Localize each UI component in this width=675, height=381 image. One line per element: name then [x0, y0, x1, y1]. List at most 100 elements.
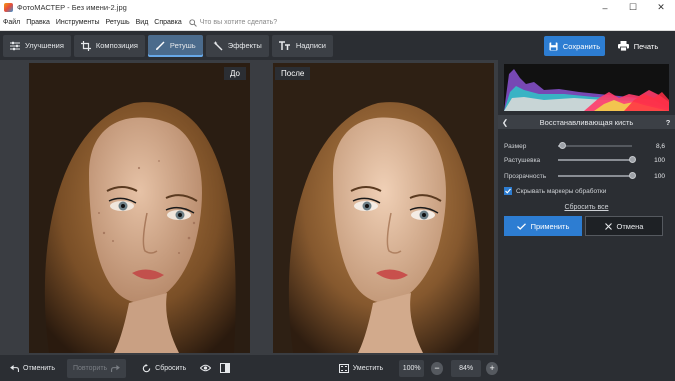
minus-icon: − [434, 362, 440, 373]
crop-icon [80, 40, 91, 51]
undo-button[interactable]: Отменить [4, 359, 61, 378]
tab-label: Надписи [295, 41, 326, 50]
tab-label: Улучшения [25, 41, 64, 50]
reset-button[interactable]: Сбросить [136, 359, 192, 378]
window-title: ФотоМАСТЕР - Без имени-2.jpg [17, 3, 127, 12]
back-icon[interactable]: ❮ [498, 118, 512, 127]
slider-handle[interactable] [629, 172, 636, 179]
printer-icon [617, 41, 629, 51]
save-label: Сохранить [562, 41, 601, 51]
menu-file[interactable]: Файл [0, 19, 23, 26]
brush-icon [155, 41, 165, 50]
undo-label: Отменить [23, 364, 55, 372]
histogram [504, 64, 669, 111]
tab-label: Ретушь [169, 41, 196, 50]
eye-icon [200, 364, 212, 372]
checkbox-label: Скрывать маркеры обработки [516, 187, 607, 195]
undo-icon [10, 364, 19, 372]
slider-value: 100 [654, 172, 665, 180]
before-label: До [224, 67, 246, 80]
maximize-icon[interactable]: ☐ [619, 0, 647, 15]
slider-fill [558, 175, 632, 177]
portrait-before-image [29, 63, 250, 353]
tab-label: Композиция [95, 41, 138, 50]
slider-label: Размер [504, 142, 527, 150]
apply-button[interactable]: Применить [504, 216, 582, 236]
bottom-bar: Отменить Повторить Сбросить Уместить 100… [0, 355, 499, 381]
minimize-icon[interactable]: – [591, 0, 619, 15]
close-icon [604, 222, 612, 230]
menu-view[interactable]: Вид [133, 19, 152, 26]
slider-value: 100 [654, 156, 665, 164]
zoom-level-field[interactable]: 84% [450, 359, 482, 377]
slider-opacity[interactable]: Прозрачность 100 [504, 170, 670, 182]
reset-label: Сбросить [155, 364, 187, 372]
redo-label: Повторить [73, 364, 108, 372]
after-photo: После [273, 63, 494, 353]
tab-enhancements[interactable]: Улучшения [3, 34, 71, 57]
fit-screen-icon [338, 363, 349, 373]
cancel-label: Отмена [616, 221, 644, 231]
app-logo-icon [4, 3, 13, 12]
portrait-after-image [273, 63, 494, 353]
split-divider[interactable] [251, 63, 273, 353]
tab-retouch[interactable]: Ретушь [147, 34, 203, 57]
wand-icon [213, 40, 223, 50]
slider-handle[interactable] [558, 142, 566, 149]
sliders-icon [10, 41, 20, 50]
tool-panel: ❮ Восстанавливающая кисть ? Размер 8,6 Р… [498, 60, 675, 381]
preview-toggle-button[interactable] [198, 360, 213, 377]
slider-track[interactable] [558, 142, 632, 149]
tab-captions[interactable]: Надписи [271, 34, 333, 57]
before-photo: До [29, 63, 250, 353]
check-icon [516, 222, 526, 230]
menu-tools[interactable]: Инструменты [53, 19, 103, 26]
menu-bar: Файл Правка Инструменты Ретушь Вид Справ… [0, 15, 675, 31]
window-controls: – ☐ ✕ [591, 0, 675, 15]
apply-label: Применить [530, 221, 570, 231]
title-bar: ФотоМАСТЕР - Без имени-2.jpg – ☐ ✕ [0, 0, 675, 15]
redo-icon [111, 364, 121, 372]
after-label: После [275, 67, 311, 80]
slider-handle[interactable] [629, 156, 636, 163]
menu-search[interactable]: Что вы хотите сделать? [189, 18, 278, 27]
hide-markers-option[interactable]: Скрывать маркеры обработки [504, 187, 606, 195]
zoom-100-button[interactable]: 100% [399, 359, 425, 377]
tab-effects[interactable]: Эффекты [205, 34, 269, 57]
slider-feather[interactable]: Растушевка 100 [504, 154, 670, 166]
redo-button[interactable]: Повторить [67, 358, 127, 378]
menu-retouch[interactable]: Ретушь [103, 19, 133, 26]
slider-label: Прозрачность [504, 172, 547, 180]
save-button[interactable]: Сохранить [544, 36, 605, 56]
fit-button[interactable]: Уместить [333, 359, 389, 378]
check-icon [505, 188, 511, 194]
search-icon [189, 18, 197, 27]
zoom-out-button[interactable]: − [431, 361, 443, 375]
tab-label: Эффекты [227, 41, 262, 50]
menu-help[interactable]: Справка [151, 19, 184, 26]
help-icon[interactable]: ? [661, 118, 675, 127]
hide-markers-checkbox[interactable] [504, 187, 512, 195]
print-button[interactable]: Печать [610, 36, 666, 56]
reset-all-link[interactable]: Сбросить все [498, 204, 675, 211]
compare-icon [220, 363, 231, 373]
menu-edit[interactable]: Правка [23, 19, 53, 26]
slider-size[interactable]: Размер 8,6 [504, 140, 670, 152]
close-icon[interactable]: ✕ [647, 0, 675, 15]
slider-track[interactable] [558, 156, 636, 163]
image-canvas[interactable]: До После [0, 60, 498, 355]
reset-icon [142, 363, 151, 372]
zoom-in-button[interactable]: + [486, 361, 499, 375]
text-icon [278, 40, 290, 50]
tool-header: ❮ Восстанавливающая кисть ? [498, 115, 675, 129]
slider-fill [558, 159, 632, 161]
compare-view-button[interactable] [218, 360, 233, 377]
save-icon [549, 41, 558, 51]
slider-value: 8,6 [655, 142, 665, 150]
search-placeholder: Что вы хотите сделать? [199, 19, 278, 26]
tab-composition[interactable]: Композиция [73, 34, 145, 57]
slider-track[interactable] [558, 172, 636, 179]
fit-label: Уместить [352, 364, 384, 372]
plus-icon: + [489, 362, 495, 373]
cancel-button[interactable]: Отмена [585, 216, 663, 236]
